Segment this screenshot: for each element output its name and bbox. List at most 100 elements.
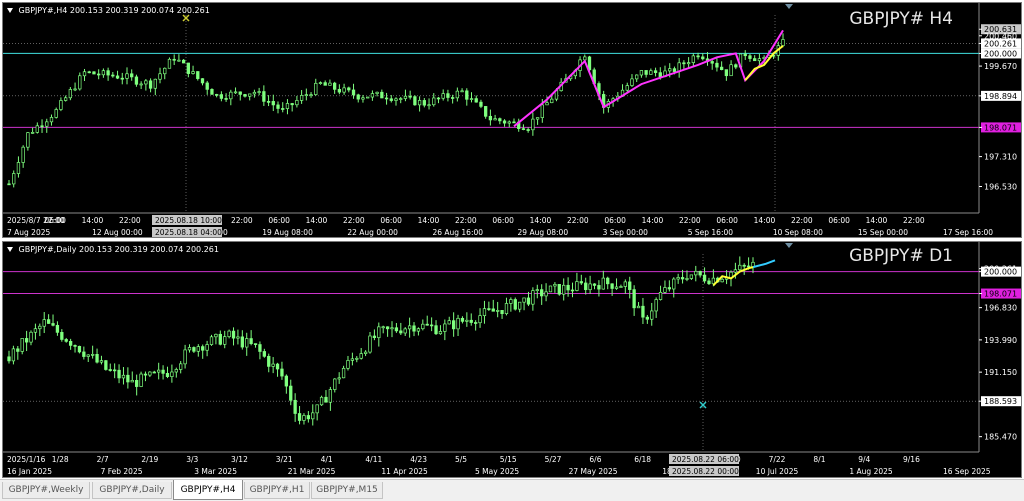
candle-body: [465, 90, 469, 100]
time-label: 14:00: [82, 216, 104, 225]
candle-body: [518, 301, 522, 310]
candle-body: [446, 93, 450, 98]
candle-body: [482, 308, 487, 316]
candle-body: [214, 333, 218, 338]
candle-body: [209, 336, 214, 345]
candle-body: [134, 76, 139, 85]
candle-body: [210, 89, 214, 95]
candle-body: [342, 87, 346, 93]
candle-body: [384, 97, 389, 100]
candle-body: [644, 70, 648, 75]
candle-body: [148, 80, 153, 89]
candle-body: [668, 68, 672, 72]
candle-body: [21, 146, 25, 163]
candle-body: [130, 380, 134, 383]
date-label: 19 Aug 08:00: [262, 228, 313, 237]
h4-chart-header: GBPJPY#,H4 200.153 200.319 200.074 200.2…: [7, 6, 210, 15]
chart-shift-marker-icon: [785, 243, 793, 248]
candle-body: [628, 281, 632, 290]
candle-body: [672, 68, 677, 73]
candle-body: [601, 277, 605, 290]
time-label: 06:00: [44, 216, 66, 225]
candle-body: [504, 303, 509, 315]
tab-h4[interactable]: GBPJPY#,H4: [173, 480, 243, 500]
candle-body: [653, 70, 658, 73]
chart-shift-marker-icon: [785, 4, 793, 9]
d1-chart-canvas[interactable]: 200.261200.000198.071196.830193.990191.1…: [3, 242, 1022, 478]
h4-watermark: GBPJPY# H4: [849, 9, 953, 29]
candle-body: [720, 278, 724, 283]
candle-body: [641, 305, 645, 318]
candle-body: [224, 98, 228, 100]
candle-body: [304, 94, 308, 97]
time-label: 4/11: [365, 455, 382, 464]
price-label: 191.150: [984, 368, 1017, 377]
candle-body: [231, 330, 236, 339]
date-label: 16 Jan 2025: [7, 467, 52, 476]
candle-body: [73, 88, 77, 91]
time-label: 14:00: [530, 216, 552, 225]
candle-body: [368, 335, 372, 353]
candle-body: [7, 183, 11, 186]
candle-body: [544, 291, 548, 297]
candle-body: [30, 132, 35, 134]
candle-body: [465, 319, 469, 322]
candle-body: [99, 360, 104, 363]
candle-body: [540, 289, 544, 297]
tab-h1[interactable]: GBPJPY#,H1: [244, 482, 310, 499]
candle-body: [729, 64, 733, 77]
candle-body: [243, 94, 247, 97]
time-label: 4/1: [321, 455, 333, 464]
h4-chart-canvas[interactable]: 200.631200.460200.261200.000199.670198.8…: [3, 3, 1022, 238]
candle-body: [403, 95, 408, 99]
candle-body: [337, 377, 341, 380]
candle-body: [77, 345, 82, 353]
chart-d1[interactable]: 200.261200.000198.071196.830193.990191.1…: [2, 241, 1022, 478]
candle-body: [381, 326, 385, 329]
candle-body: [500, 310, 504, 315]
candle-body: [359, 353, 363, 359]
tab-weekly[interactable]: GBPJPY#,Weekly: [2, 482, 90, 499]
candle-body: [421, 323, 425, 330]
date-label: 5 May 2025: [475, 467, 519, 476]
candle-body: [78, 75, 82, 90]
candle-body: [257, 91, 261, 93]
cyan-indicator-line: [752, 259, 776, 269]
crosshair-time-label: 2025.08.22 00:00: [672, 467, 739, 476]
candle-body: [346, 360, 350, 369]
candle-body: [583, 56, 587, 61]
candle-body: [710, 61, 714, 64]
candle-body: [658, 291, 663, 300]
candle-body: [496, 310, 500, 312]
candle-body: [245, 338, 249, 348]
magenta-indicator-line: [513, 29, 784, 128]
d1-header-ohlc: 200.153 200.319 200.074 200.261: [79, 245, 219, 254]
candle-body: [157, 369, 161, 373]
candle-body: [54, 109, 58, 118]
time-label: 6/18: [634, 455, 651, 464]
candle-body: [562, 284, 566, 295]
tab-daily[interactable]: GBPJPY#,Daily: [92, 482, 172, 499]
candle-body: [639, 70, 644, 76]
candle-body: [267, 355, 271, 367]
candle-body: [742, 264, 746, 267]
candle-body: [686, 62, 691, 65]
dropdown-triangle-icon[interactable]: [7, 247, 13, 252]
tab-m15[interactable]: GBPJPY#,M15: [311, 482, 383, 499]
chart-h4[interactable]: 200.631 200.460 200.261 200.000 199.670 198.8…: [2, 2, 1022, 238]
candle-body: [407, 325, 412, 330]
candle-body: [493, 118, 497, 121]
candle-body: [408, 95, 412, 98]
candle-body: [636, 305, 641, 309]
dropdown-triangle-icon[interactable]: [7, 8, 13, 13]
candle-body: [258, 344, 262, 352]
time-label: 06:00: [828, 216, 850, 225]
candle-body: [548, 285, 553, 293]
candle-body: [95, 353, 99, 363]
candle-body: [187, 347, 192, 351]
date-label: 7 Aug 2025: [7, 228, 50, 237]
candle-body: [328, 389, 333, 403]
time-label: 22:00: [231, 216, 253, 225]
candle-body: [42, 319, 46, 327]
candle-body: [417, 100, 422, 106]
